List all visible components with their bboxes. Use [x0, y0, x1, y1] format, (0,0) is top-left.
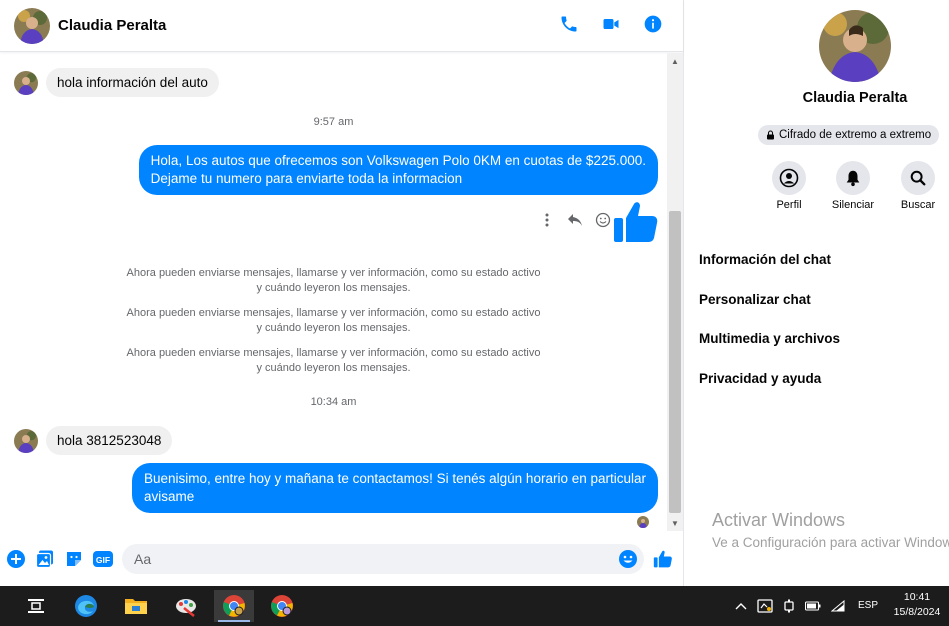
- scroll-thumb[interactable]: [669, 211, 681, 513]
- taskbar: ESP 10:41 15/8/2024: [0, 586, 949, 626]
- contact-name[interactable]: Claudia Peralta: [58, 17, 166, 34]
- message-timestamp: 9:57 am: [313, 116, 354, 128]
- profile-icon[interactable]: [772, 161, 806, 195]
- search-action[interactable]: Buscar: [883, 161, 949, 211]
- contact-avatar[interactable]: [14, 7, 50, 44]
- chat-header: Claudia Peralta: [0, 0, 683, 52]
- gallery-icon[interactable]: [34, 548, 56, 570]
- file-explorer-icon[interactable]: [116, 590, 156, 622]
- message-incoming: hola 3812523048: [14, 426, 173, 455]
- notice-line: y cuándo leyeron los mensajes.: [256, 322, 411, 334]
- system-notice: Ahora pueden enviarse mensajes, llamarse…: [0, 346, 667, 376]
- menu-media-files[interactable]: Multimedia y archivos: [699, 319, 840, 359]
- header-actions: [557, 12, 665, 36]
- scroll-down-arrow-icon[interactable]: ▼: [667, 515, 683, 531]
- windows-activation-watermark: Activar Windows Ve a Configuración para …: [712, 510, 949, 550]
- message-input[interactable]: [134, 550, 604, 568]
- message-bubble[interactable]: Hola, Los autos que ofrecemos son Volksw…: [138, 145, 658, 195]
- mute-action[interactable]: Silenciar: [818, 161, 888, 211]
- watermark-title: Activar Windows: [712, 510, 846, 530]
- more-options-icon[interactable]: [538, 211, 556, 229]
- sticker-icon[interactable]: [63, 548, 85, 570]
- message-outgoing: Hola, Los autos que ofrecemos son Volksw…: [138, 145, 658, 195]
- message-bubble[interactable]: hola 3812523048: [46, 426, 173, 455]
- emoji-icon[interactable]: [617, 548, 639, 570]
- emoji-react-icon[interactable]: [594, 211, 612, 229]
- notice-line: y cuándo leyeron los mensajes.: [256, 362, 411, 374]
- message-input-box: [122, 544, 644, 574]
- reply-icon[interactable]: [566, 211, 584, 229]
- plus-icon[interactable]: [5, 548, 27, 570]
- menu-privacy-help[interactable]: Privacidad y ayuda: [699, 359, 840, 399]
- message-timestamp: 10:34 am: [310, 396, 357, 408]
- message-scrollbar[interactable]: ▲ ▼: [667, 53, 683, 531]
- message-bubble[interactable]: Buenisimo, entre hoy y mañana te contact…: [131, 463, 658, 513]
- message-list[interactable]: hola información del auto 9:57 am Hola, …: [0, 53, 667, 531]
- encryption-badge: Cifrado de extremo a extremo: [758, 125, 940, 145]
- thumbs-up-icon[interactable]: [612, 198, 660, 251]
- tray-app-icon[interactable]: [757, 598, 773, 614]
- profile-action[interactable]: Perfil: [754, 161, 824, 211]
- message-line: Hola, Los autos que ofrecemos son Volksw…: [150, 153, 646, 168]
- message-outgoing: Buenisimo, entre hoy y mañana te contact…: [131, 463, 658, 513]
- message-actions: [538, 211, 612, 229]
- paint-app-icon[interactable]: [166, 590, 206, 622]
- chrome-icon[interactable]: [214, 590, 254, 622]
- task-view-icon[interactable]: [16, 590, 56, 622]
- bell-icon[interactable]: [836, 161, 870, 195]
- send-like-icon[interactable]: [652, 548, 674, 570]
- menu-customize-chat[interactable]: Personalizar chat: [699, 280, 840, 320]
- menu-chat-info[interactable]: Información del chat: [699, 240, 840, 280]
- app-root: Claudia Peralta hola información del aut…: [0, 0, 949, 626]
- tray-overflow-chevron-icon[interactable]: [733, 598, 749, 614]
- info-contact-name: Claudia Peralta: [802, 90, 908, 106]
- input-language[interactable]: ESP: [858, 600, 878, 611]
- system-notice: Ahora pueden enviarse mensajes, llamarse…: [0, 306, 667, 336]
- battery-icon[interactable]: [805, 598, 821, 614]
- svg-text:GIF: GIF: [96, 555, 110, 565]
- message-line: Buenisimo, entre hoy y mañana te contact…: [143, 471, 646, 486]
- clock-date: 15/8/2024: [893, 606, 941, 618]
- scroll-up-arrow-icon[interactable]: ▲: [667, 53, 683, 69]
- lock-icon: [766, 130, 775, 140]
- clock-time: 10:41: [903, 591, 931, 603]
- chat-panel: Claudia Peralta hola información del aut…: [0, 0, 684, 586]
- system-notice: Ahora pueden enviarse mensajes, llamarse…: [0, 266, 667, 296]
- encryption-label: Cifrado de extremo a extremo: [779, 129, 932, 141]
- info-avatar[interactable]: [819, 10, 891, 82]
- watermark-subtitle: Ve a Configuración para activar Windows.: [712, 535, 949, 550]
- read-receipt-avatar: [637, 516, 649, 528]
- info-icon[interactable]: [641, 12, 665, 36]
- mute-label: Silenciar: [831, 199, 875, 211]
- profile-label: Perfil: [776, 199, 802, 211]
- info-menu: Información del chat Personalizar chat M…: [699, 240, 840, 398]
- composer: GIF: [0, 540, 683, 578]
- message-incoming: hola información del auto: [14, 68, 219, 97]
- chrome-profile-icon[interactable]: [262, 590, 302, 622]
- sender-avatar: [14, 428, 38, 453]
- tray-device-icon[interactable]: [781, 598, 797, 614]
- notice-line: Ahora pueden enviarse mensajes, llamarse…: [126, 347, 541, 359]
- message-line: Dejame tu numero para enviarte toda la i…: [150, 171, 463, 186]
- sender-avatar: [14, 70, 38, 95]
- search-icon[interactable]: [901, 161, 935, 195]
- search-label: Buscar: [900, 199, 936, 211]
- notice-line: Ahora pueden enviarse mensajes, llamarse…: [126, 267, 541, 279]
- message-bubble[interactable]: hola información del auto: [46, 68, 219, 97]
- gif-icon[interactable]: GIF: [92, 548, 114, 570]
- video-call-icon[interactable]: [599, 12, 623, 36]
- phone-icon[interactable]: [557, 12, 581, 36]
- message-line: avisame: [143, 489, 195, 504]
- wifi-icon[interactable]: [830, 598, 846, 614]
- chat-info-panel: Claudia Peralta Cifrado de extremo a ext…: [685, 0, 949, 586]
- edge-browser-icon[interactable]: [66, 590, 106, 622]
- notice-line: y cuándo leyeron los mensajes.: [256, 282, 411, 294]
- notice-line: Ahora pueden enviarse mensajes, llamarse…: [126, 307, 541, 319]
- system-clock[interactable]: 10:41 15/8/2024: [888, 590, 946, 620]
